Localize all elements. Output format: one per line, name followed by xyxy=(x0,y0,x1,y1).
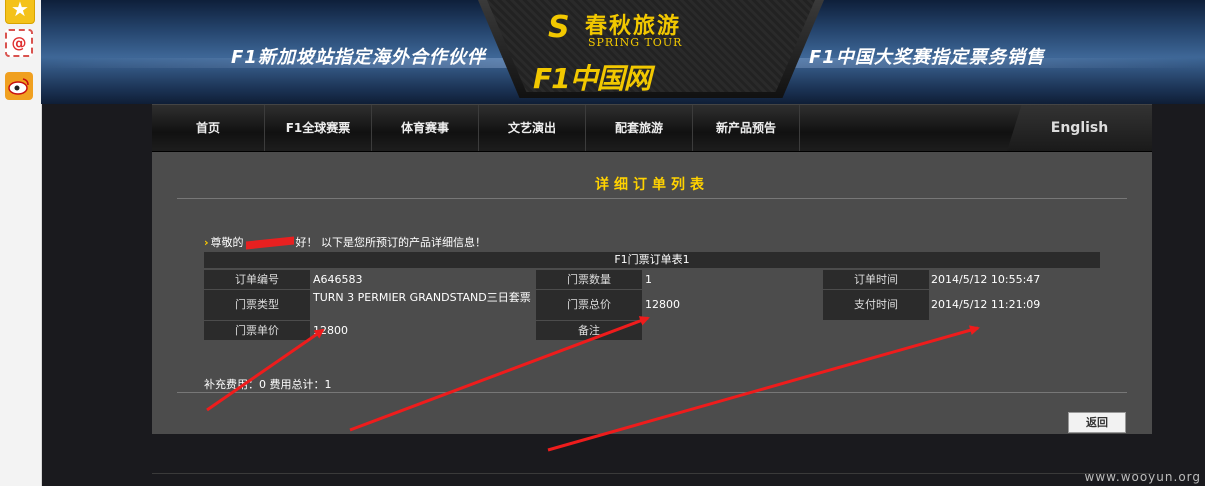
annotation-arrow-unit-price xyxy=(206,328,325,412)
annotation-arrow-total xyxy=(349,316,650,432)
annotation-arrows xyxy=(206,316,980,452)
annotation-arrow-pay-time xyxy=(547,325,980,452)
